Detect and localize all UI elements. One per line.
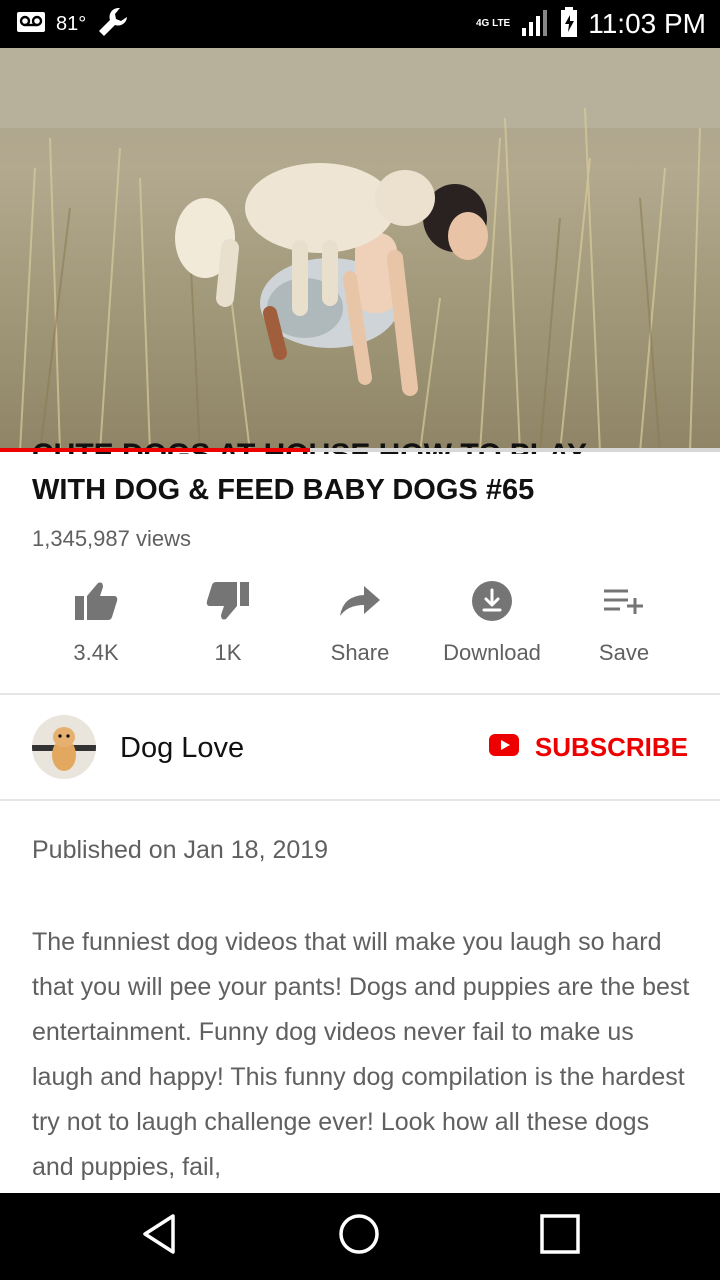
subscribe-label: SUBSCRIBE (534, 732, 688, 762)
channel-avatar[interactable] (32, 715, 96, 779)
video-player[interactable] (0, 48, 720, 452)
subscribe-button[interactable]: SUBSCRIBE (488, 732, 688, 763)
voicemail-icon (16, 11, 46, 38)
navigation-bar (0, 1193, 720, 1280)
share-button[interactable]: Share (294, 576, 426, 676)
signal-icon (520, 8, 550, 41)
divider (0, 693, 720, 695)
progress-bar[interactable] (0, 448, 720, 452)
network-type: 4G LTE (475, 18, 511, 29)
download-label: Download (443, 640, 541, 665)
download-button[interactable]: Download (426, 576, 558, 676)
share-label: Share (330, 640, 390, 665)
playlist-add-icon (602, 576, 646, 626)
save-button[interactable]: Save (558, 576, 690, 676)
clock: 11:03 PM (588, 8, 706, 39)
youtube-logo-icon (488, 734, 519, 761)
download-icon (471, 576, 513, 626)
dislike-button[interactable]: 1K (162, 576, 294, 676)
battery-icon (560, 6, 578, 42)
video-title: WITH DOG & FEED BABY DOGS #65 (32, 474, 535, 506)
video-description: The funniest dog videos that will make y… (32, 928, 690, 1181)
share-icon (338, 576, 382, 626)
progress-fill (0, 448, 310, 452)
view-count: 1,345,987 views (32, 526, 191, 551)
home-icon[interactable] (337, 1212, 381, 1261)
wrench-icon (96, 5, 130, 44)
thumbs-up-icon (73, 576, 119, 626)
recents-icon[interactable] (539, 1213, 581, 1260)
like-button[interactable]: 3.4K (30, 576, 162, 676)
published-date: Published on Jan 18, 2019 (32, 836, 329, 864)
dislike-count: 1K (214, 640, 242, 665)
save-label: Save (598, 640, 650, 665)
back-icon[interactable] (139, 1212, 179, 1261)
like-count: 3.4K (73, 640, 119, 665)
thumbs-down-icon (205, 576, 251, 626)
divider (0, 799, 720, 801)
temperature: 81° (56, 12, 87, 35)
video-frame (0, 48, 720, 452)
status-bar: 81° 4G LTE 11:03 PM (0, 0, 720, 48)
channel-name[interactable]: Dog Love (120, 732, 244, 765)
action-bar: 3.4K 1K Share Download Save (30, 576, 690, 676)
